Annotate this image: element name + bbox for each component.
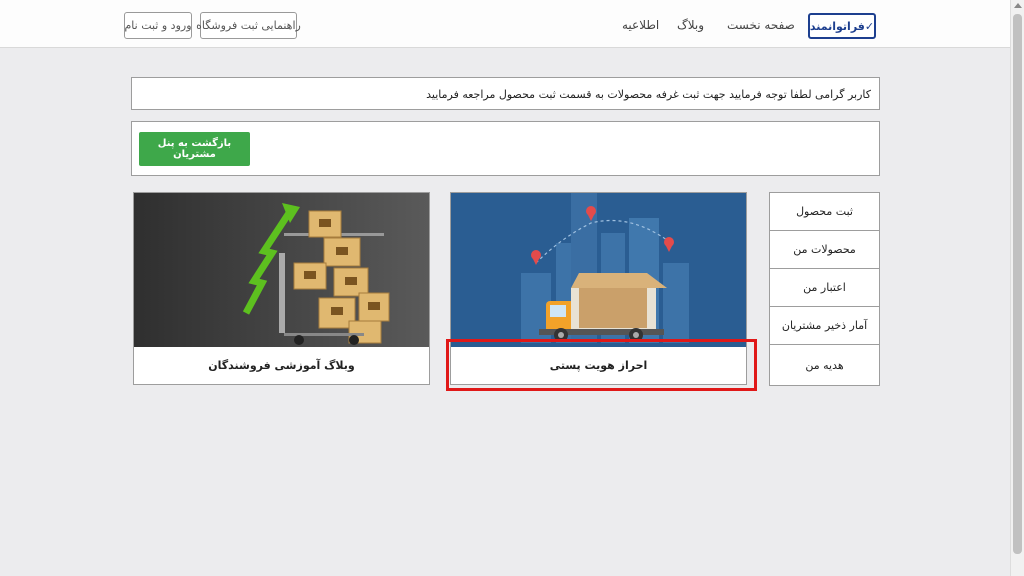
delivery-truck-image bbox=[451, 193, 746, 347]
side-menu-customer-stats[interactable]: آمار ذخیر مشتریان bbox=[770, 307, 879, 345]
back-button-container: بازگشت به پنل مشتریان bbox=[131, 121, 880, 176]
side-menu-register-product[interactable]: ثبت محصول bbox=[770, 193, 879, 231]
delivery-truck-illustration bbox=[451, 193, 746, 347]
scroll-up-arrow-icon[interactable] bbox=[1014, 3, 1022, 8]
postal-verification-card[interactable]: احراز هویت پستی bbox=[450, 192, 747, 385]
side-menu-my-products[interactable]: محصولات من bbox=[770, 231, 879, 269]
store-guide-button[interactable]: راهنمایی ثبت فروشگاه bbox=[196, 12, 301, 39]
notice-banner: کاربر گرامی لطفا توجه فرمایید جهت ثبت غر… bbox=[131, 77, 880, 110]
nav-blog-link[interactable]: وبلاگ bbox=[677, 18, 704, 32]
postal-verification-title[interactable]: احراز هویت پستی bbox=[451, 347, 746, 384]
side-menu-my-gift[interactable]: هدیه من bbox=[770, 345, 879, 385]
scroll-thumb[interactable] bbox=[1013, 14, 1022, 554]
side-menu: ثبت محصول محصولات من اعتبار من آمار ذخیر… bbox=[769, 192, 880, 386]
page-scrollbar[interactable] bbox=[1010, 0, 1024, 576]
side-menu-my-credit[interactable]: اعتبار من bbox=[770, 269, 879, 307]
seller-blog-title[interactable]: وبلاگ آموزشی فروشندگان bbox=[134, 347, 429, 384]
back-to-customer-panel-button[interactable]: بازگشت به پنل مشتریان bbox=[139, 132, 250, 166]
nav-notice-link[interactable]: اطلاعیه bbox=[622, 18, 659, 32]
top-header: ✓فراتوانمند صفحه نخست وبلاگ اطلاعیه راهن… bbox=[0, 0, 1010, 48]
cart-boxes-illustration bbox=[134, 193, 429, 347]
seller-blog-card[interactable]: وبلاگ آموزشی فروشندگان bbox=[133, 192, 430, 385]
login-register-button[interactable]: ورود و ثبت نام bbox=[124, 12, 192, 39]
site-logo[interactable]: ✓فراتوانمند bbox=[808, 13, 876, 39]
shopping-cart-boxes-image bbox=[134, 193, 429, 347]
nav-home-link[interactable]: صفحه نخست bbox=[727, 18, 795, 32]
